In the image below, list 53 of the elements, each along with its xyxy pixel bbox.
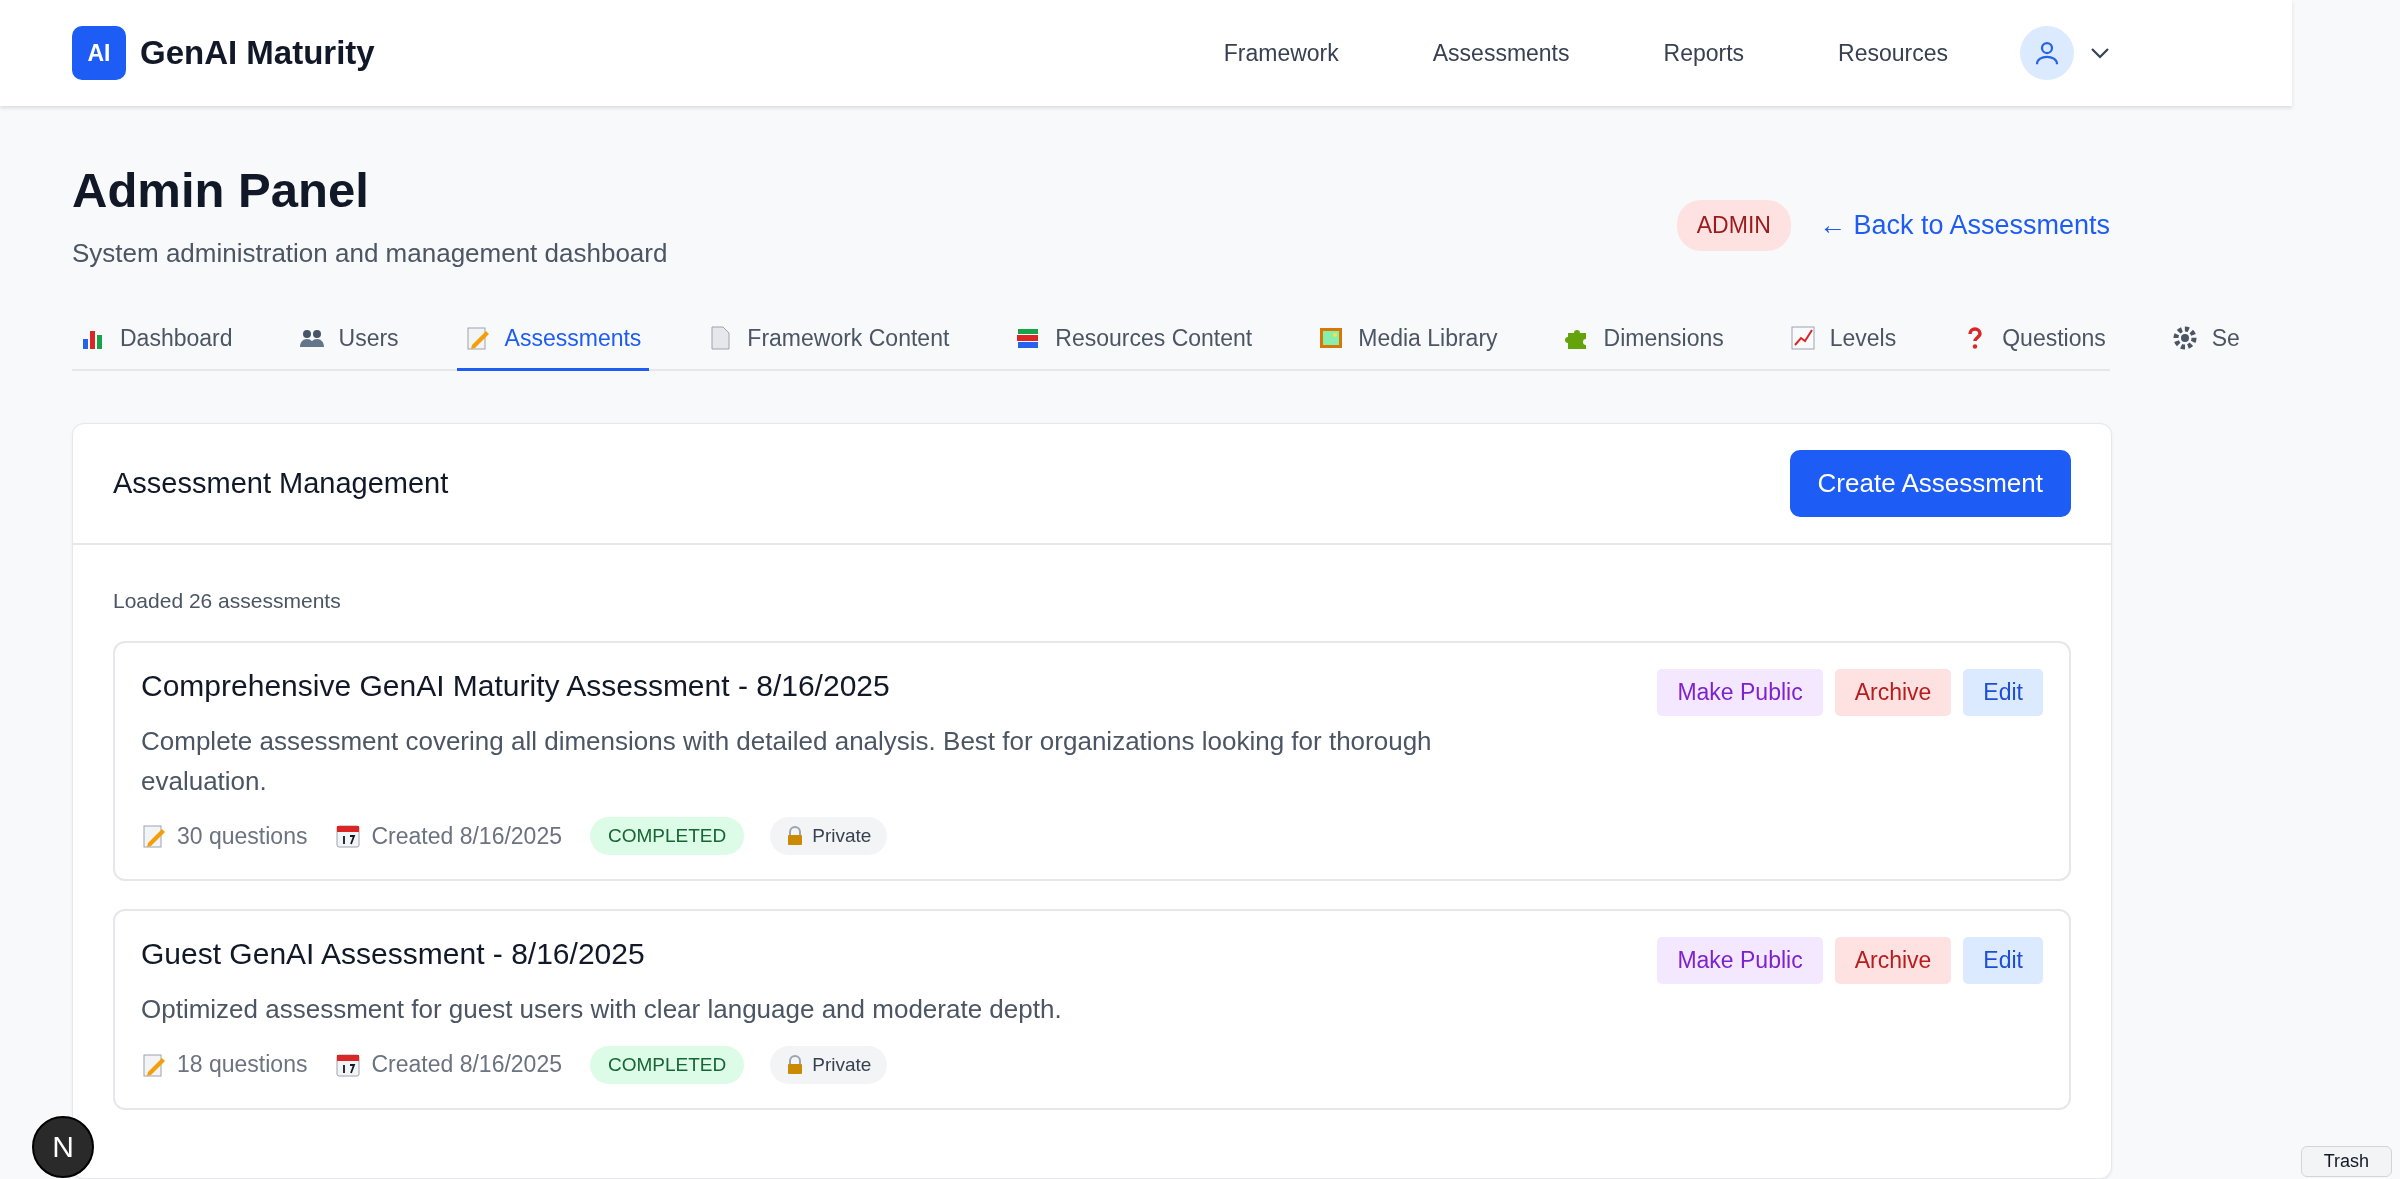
user-avatar[interactable] <box>2020 26 2074 80</box>
action-button[interactable]: Make Public <box>1657 668 1823 716</box>
status-badge: COMPLETED <box>590 1045 745 1084</box>
created-date: Created 8/16/2025 <box>371 1051 562 1079</box>
action-button[interactable]: Edit <box>1963 668 2043 716</box>
tab[interactable]: Dashboard <box>72 310 241 371</box>
page-title: Admin Panel <box>72 164 370 218</box>
nav-link[interactable]: Assessments <box>1432 39 1570 67</box>
line-chart-icon <box>1789 325 1816 352</box>
action-button[interactable]: Archive <box>1834 668 1952 716</box>
tab[interactable]: Resources Content <box>1007 310 1261 371</box>
calendar-icon <box>335 823 362 850</box>
role-badge: ADMIN <box>1676 200 1791 251</box>
question-count: 18 questions <box>177 1051 308 1079</box>
action-button[interactable]: Make Public <box>1657 937 1823 985</box>
notepad-pencil-icon <box>464 325 491 352</box>
assessment-description: Optimized assessment for guest users with clear language and moderate depth. <box>141 993 1063 1027</box>
notepad-pencil-icon <box>141 823 167 850</box>
action-button[interactable]: Archive <box>1834 937 1952 985</box>
tab[interactable]: Dimensions <box>1555 310 1732 371</box>
gear-icon <box>2171 325 2198 352</box>
created-date: Created 8/16/2025 <box>371 823 562 850</box>
nav-link[interactable]: Framework <box>1223 39 1339 67</box>
tab[interactable]: Assessments <box>456 310 650 371</box>
nav-link[interactable]: Resources <box>1838 39 1948 67</box>
notepad-pencil-icon <box>141 1051 167 1078</box>
status-badge: COMPLETED <box>590 817 745 856</box>
panel-title: Assessment Management <box>113 466 449 500</box>
loaded-count-text: Loaded 26 assessments <box>113 588 342 613</box>
back-link[interactable]: ← Back to Assessments <box>1818 210 2110 241</box>
calendar-icon <box>335 1051 362 1078</box>
logo-badge[interactable]: AI <box>72 26 126 80</box>
padlock-icon <box>786 826 805 847</box>
question-count: 30 questions <box>177 823 308 850</box>
assessment-description: Complete assessment covering all dimensions with detailed analysis. Best for organizations looking for thorough evaluation. <box>141 724 1433 799</box>
visibility-label: Private <box>812 1053 872 1076</box>
action-button[interactable]: Edit <box>1963 937 2043 985</box>
padlock-icon <box>786 1054 805 1075</box>
tab[interactable]: Questions <box>1954 310 2114 371</box>
nav-link[interactable]: Reports <box>1663 39 1745 67</box>
visibility-label: Private <box>812 825 872 848</box>
chevron-down-icon[interactable] <box>2090 47 2110 59</box>
tab[interactable]: Se <box>2163 310 2248 371</box>
assessment-title: Guest GenAI Assessment - 8/16/2025 <box>141 937 646 972</box>
brand-name[interactable]: GenAI Maturity <box>140 34 375 72</box>
tab[interactable]: Users <box>290 310 407 371</box>
page-subtitle: System administration and management dashboard <box>72 237 668 269</box>
tab[interactable]: Levels <box>1781 310 1905 371</box>
tab[interactable]: Media Library <box>1310 310 1506 371</box>
trash-button[interactable]: Trash <box>2300 1146 2392 1177</box>
create-assessment-button[interactable]: Create Assessment <box>1789 449 2071 517</box>
tab[interactable]: Framework Content <box>699 310 958 371</box>
assessment-title: Comprehensive GenAI Maturity Assessment - 8/16/2025 <box>141 668 891 703</box>
